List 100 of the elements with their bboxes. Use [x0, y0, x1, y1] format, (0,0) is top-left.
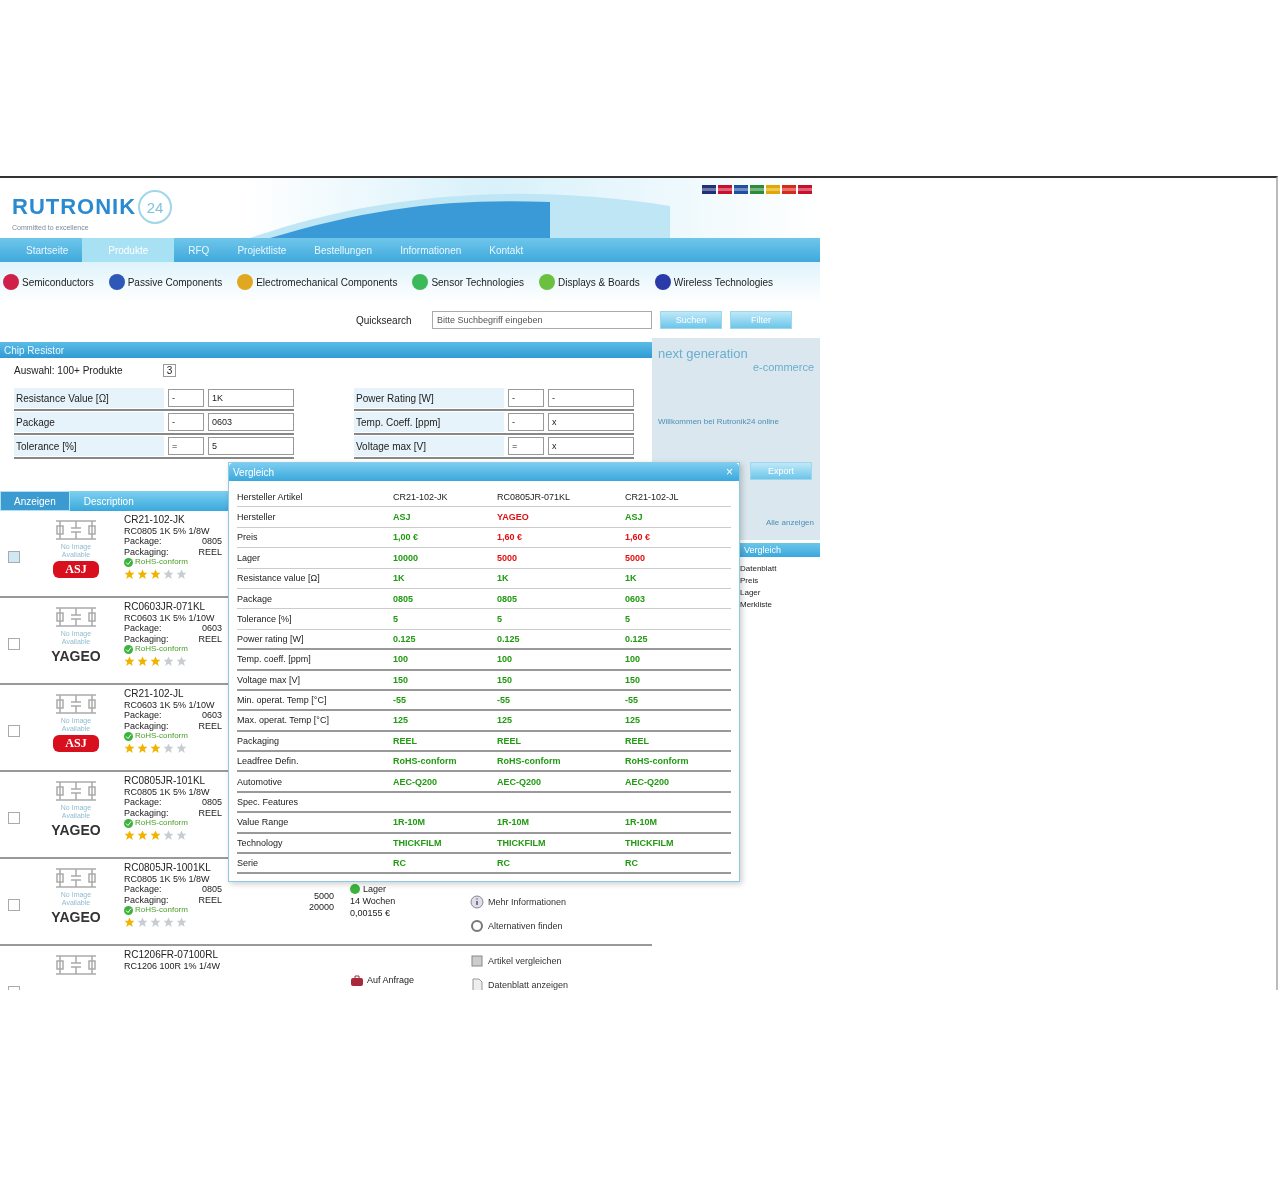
attribute-value: 0603	[625, 593, 646, 604]
flag-icon[interactable]	[782, 185, 796, 194]
value-select[interactable]: x	[548, 437, 634, 455]
star-icon	[150, 742, 161, 754]
rohs-label: RoHS-conform	[135, 818, 188, 829]
panel-link[interactable]: Merkliste	[740, 599, 820, 611]
operator-select[interactable]: -	[168, 389, 204, 407]
count-field[interactable]: 3	[162, 364, 177, 377]
category-icon[interactable]	[653, 273, 672, 291]
star-icon	[124, 568, 135, 580]
attribute-value: 125	[497, 715, 513, 726]
row-checkbox[interactable]	[8, 812, 20, 824]
panel-link[interactable]: Datenblatt	[740, 563, 820, 575]
category-link[interactable]: Sensor Technologies	[431, 276, 525, 288]
row-checkbox[interactable]	[8, 551, 20, 563]
star-icon	[176, 655, 187, 667]
check-icon	[124, 731, 133, 741]
packaging-label: Packaging:	[124, 633, 169, 644]
attribute-label: Automotive	[237, 776, 284, 787]
category-link[interactable]: Wireless Technologies	[673, 276, 774, 288]
attribute-value: 100	[625, 654, 641, 665]
star-icon	[150, 655, 161, 667]
value-select[interactable]: x	[548, 413, 634, 431]
part-description: RC0603 1K 5% 1/10W	[124, 612, 216, 623]
attribute-value: AEC-Q200	[497, 776, 541, 787]
operator-select[interactable]: -	[508, 413, 544, 431]
category-icon[interactable]	[2, 273, 20, 291]
attribute-label: Hersteller Artikel	[237, 491, 304, 502]
quantity: 20000	[308, 902, 334, 913]
panel-link[interactable]: Preis	[740, 575, 820, 587]
attribute-value: 1K	[625, 573, 637, 584]
row-checkbox[interactable]	[8, 899, 20, 911]
attribute-label: Technology	[237, 837, 284, 848]
category-link[interactable]: Displays & Boards	[558, 276, 640, 288]
row-checkbox[interactable]	[8, 638, 20, 650]
star-icon	[163, 742, 174, 754]
attribute-value: 0805	[497, 593, 518, 604]
attribute-value: 0.125	[393, 633, 416, 644]
flag-icon[interactable]	[718, 185, 732, 194]
attribute-value: 100	[497, 654, 513, 665]
attribute-value: THICKFILM	[497, 837, 546, 848]
value-select[interactable]: 0603	[208, 413, 294, 431]
part-number[interactable]: RC0603JR-071KL	[124, 602, 222, 613]
flag-icon[interactable]	[734, 185, 748, 194]
logo[interactable]: RUTRONIK	[12, 194, 137, 220]
flag-icon[interactable]	[750, 185, 764, 194]
filter-label: Resistance Value [Ω]	[14, 388, 164, 408]
packaging-label: Packaging:	[124, 807, 169, 818]
category-link[interactable]: Electromechanical Components	[256, 276, 398, 288]
action-link[interactable]: Artikel vergleichen	[470, 954, 569, 968]
star-icon	[176, 568, 187, 580]
part-number[interactable]: RC0805JR-101KL	[124, 776, 222, 787]
operator-select[interactable]: -	[168, 413, 204, 431]
part-number[interactable]: CR21-102-JK	[124, 515, 222, 526]
part-number[interactable]: RC0805JR-1001KL	[124, 863, 222, 874]
attribute-value: REEL	[625, 735, 649, 746]
star-icon	[137, 916, 148, 928]
logo-badge: 24	[138, 190, 173, 224]
info-icon	[470, 895, 484, 909]
brand-logo: ASJ	[53, 561, 99, 578]
category-link[interactable]: Passive Components	[127, 276, 223, 288]
search-label: Quicksearch	[356, 314, 413, 326]
attribute-value: -55	[497, 695, 510, 706]
action-link[interactable]: Alternativen finden	[470, 919, 567, 933]
value-select[interactable]: 5	[208, 437, 294, 455]
value-select[interactable]: -	[548, 389, 634, 407]
packaging-label: Packaging:	[124, 720, 169, 731]
flag-icon[interactable]	[702, 185, 716, 194]
operator-select[interactable]: =	[168, 437, 204, 455]
row-checkbox[interactable]	[8, 725, 20, 737]
attribute-label: Min. operat. Temp [°C]	[237, 695, 328, 706]
attribute-value: 5000	[625, 552, 646, 563]
attribute-value: 5	[393, 614, 398, 625]
filter-label: Tolerance [%]	[14, 436, 164, 456]
part-number[interactable]: CR21-102-JL	[124, 689, 222, 700]
action-link[interactable]: Datenblatt anzeigen	[470, 978, 569, 990]
panel-link[interactable]: Lager	[740, 587, 820, 599]
package-value: 0603	[201, 710, 222, 721]
search-field[interactable]: Bitte Suchbegriff eingeben	[432, 311, 652, 329]
star-icon	[124, 655, 135, 667]
attribute-value: RC	[625, 858, 638, 869]
star-icon	[137, 742, 148, 754]
category-icon[interactable]	[107, 273, 126, 291]
part-number[interactable]: RC1206FR-07100RL	[124, 950, 222, 961]
package-value: 0805	[201, 884, 222, 895]
attribute-value: AEC-Q200	[625, 776, 669, 787]
packaging-value: REEL	[198, 546, 222, 557]
value-select[interactable]: 1K	[208, 389, 294, 407]
action-link[interactable]: Mehr Informationen	[470, 895, 567, 909]
category-link[interactable]: Semiconductors	[22, 276, 94, 288]
attribute-value: 5	[497, 614, 502, 625]
check-icon	[124, 905, 133, 915]
flag-icon[interactable]	[798, 185, 812, 194]
attribute-label: Max. operat. Temp [°C]	[237, 715, 330, 726]
operator-select[interactable]: =	[508, 437, 544, 455]
attribute-value: CR21-102-JL	[625, 491, 679, 502]
star-icon	[163, 568, 174, 580]
attribute-value: 150	[497, 674, 513, 685]
flag-icon[interactable]	[766, 185, 780, 194]
operator-select[interactable]: -	[508, 389, 544, 407]
